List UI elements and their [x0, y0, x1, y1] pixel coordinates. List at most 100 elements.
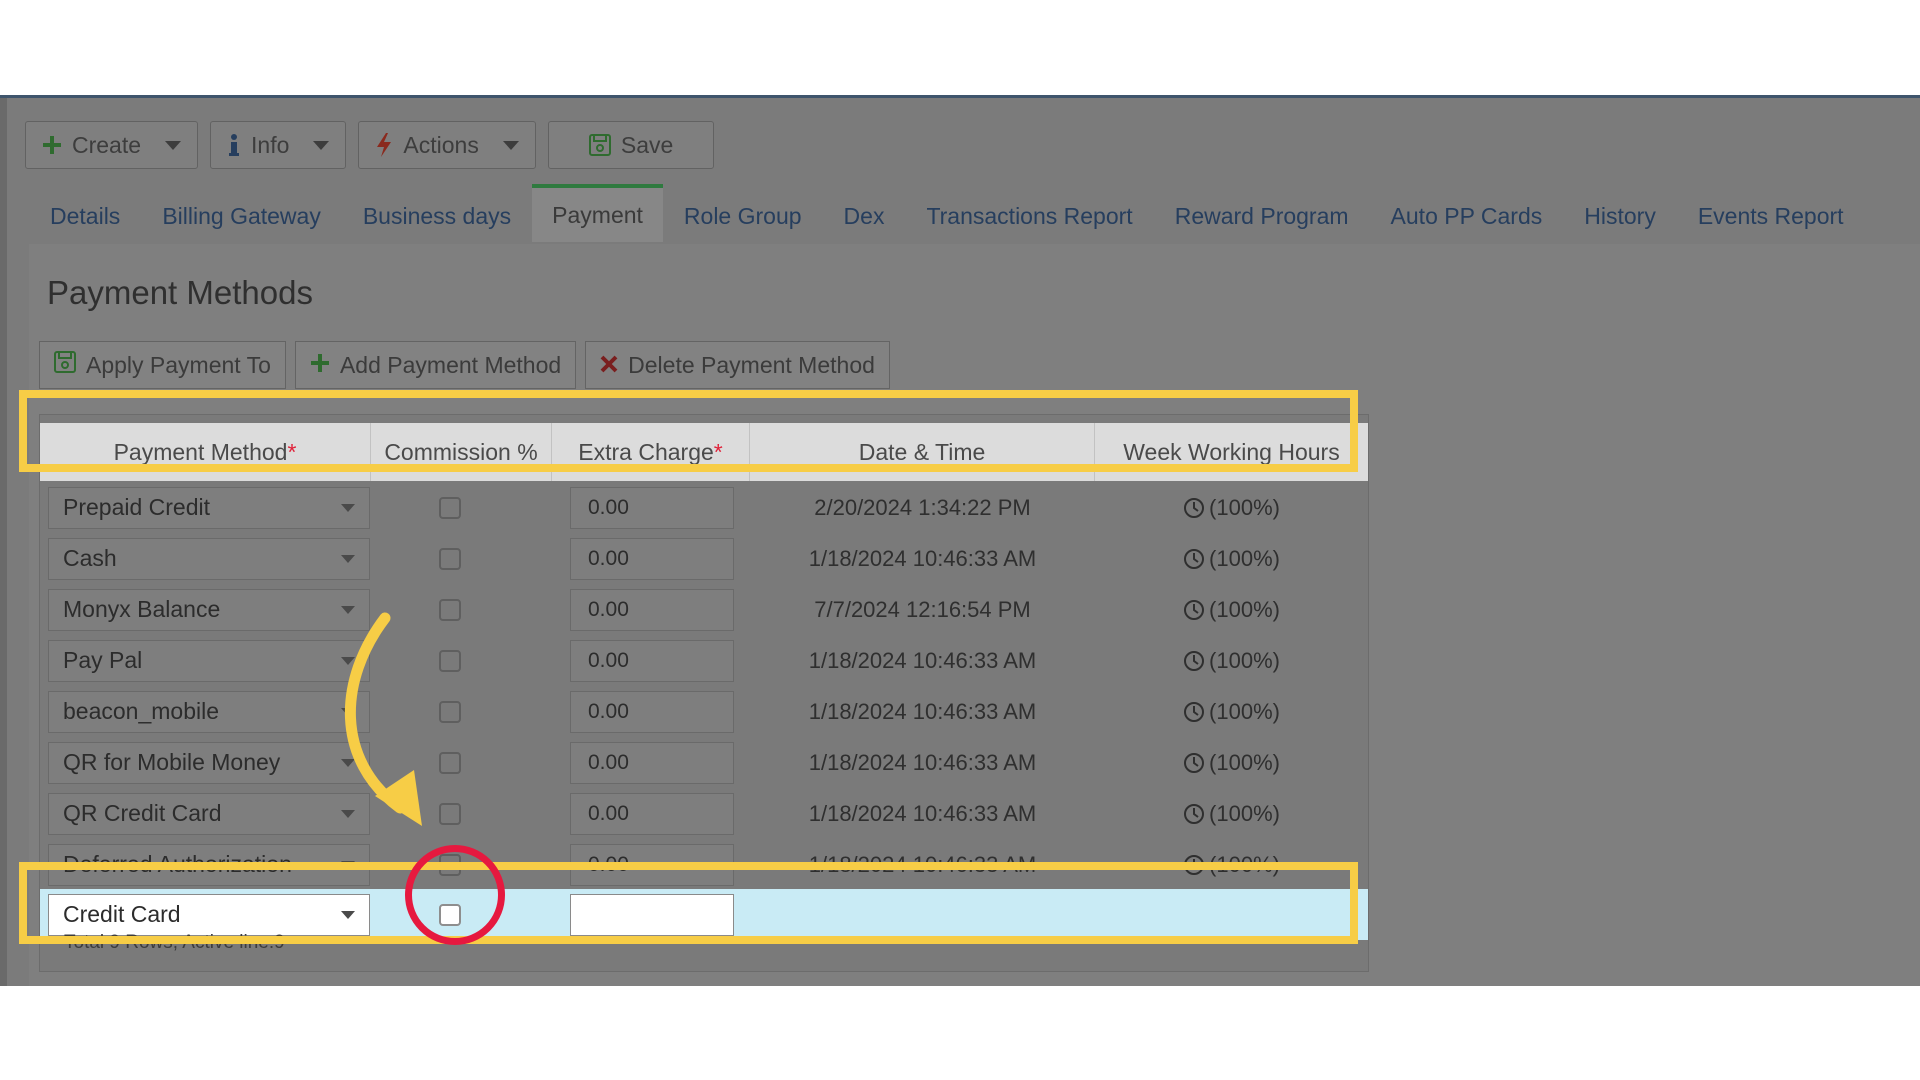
page: Create Info Actions Save Details Billing…	[7, 98, 1920, 986]
chevron-down-icon[interactable]	[502, 140, 519, 150]
working-hours-cell[interactable]: (100%)	[1095, 648, 1368, 674]
tab-bar: Details Billing Gateway Business days Pa…	[29, 184, 1865, 242]
payment-method-value: beacon_mobile	[63, 698, 220, 724]
payment-method-value: Prepaid Credit	[63, 494, 211, 520]
working-hours-cell[interactable]: (100%)	[1095, 750, 1368, 776]
payment-method-value: QR for Mobile Money	[63, 749, 281, 775]
apply-icon	[54, 351, 76, 379]
extra-charge-input[interactable]: 0.00	[570, 486, 734, 529]
actions-button[interactable]: Actions	[358, 121, 536, 169]
table-row[interactable]: QR Credit Card 0.00 1/18/2024 10:46:33 A…	[40, 788, 1368, 839]
payment-method-value: Cash	[63, 545, 117, 571]
date-time-cell: 1/18/2024 10:46:33 AM	[808, 749, 1037, 775]
checkbox-highlight-circle	[405, 845, 505, 945]
working-hours-value: (100%)	[1209, 647, 1280, 673]
clock-icon	[1184, 701, 1205, 722]
working-hours-cell[interactable]: (100%)	[1095, 546, 1368, 572]
tab-dex[interactable]: Dex	[823, 190, 906, 242]
payment-method-select[interactable]: Monyx Balance	[48, 588, 370, 631]
commission-checkbox[interactable]	[439, 700, 461, 723]
tab-history[interactable]: History	[1563, 190, 1677, 242]
chevron-down-icon[interactable]	[341, 503, 355, 512]
payment-method-select[interactable]: beacon_mobile	[48, 690, 370, 733]
save-label: Save	[620, 131, 674, 158]
tab-business-days[interactable]: Business days	[342, 190, 532, 242]
chevron-down-icon[interactable]	[341, 554, 355, 563]
tab-role-group[interactable]: Role Group	[663, 190, 823, 242]
table-row[interactable]: Monyx Balance 0.00 7/7/2024 12:16:54 PM …	[40, 584, 1368, 635]
table-row[interactable]: Cash 0.00 1/18/2024 10:46:33 AM (100%)	[40, 533, 1368, 584]
commission-checkbox[interactable]	[439, 496, 461, 519]
clock-icon	[1184, 599, 1205, 620]
info-button[interactable]: Info	[210, 121, 347, 169]
tab-reward-program[interactable]: Reward Program	[1154, 190, 1370, 242]
table-row[interactable]: QR for Mobile Money 0.00 1/18/2024 10:46…	[40, 737, 1368, 788]
payment-method-select[interactable]: Pay Pal	[48, 639, 370, 682]
page-title: Payment Methods	[47, 274, 313, 311]
active-row-highlight-box	[19, 862, 1358, 944]
payment-method-value: QR Credit Card	[63, 800, 222, 826]
date-time-cell: 1/18/2024 10:46:33 AM	[808, 800, 1037, 826]
payment-method-select[interactable]: Prepaid Credit	[48, 486, 370, 529]
plus-icon	[42, 135, 62, 155]
date-time-cell: 7/7/2024 12:16:54 PM	[814, 596, 1031, 622]
working-hours-cell[interactable]: (100%)	[1095, 495, 1368, 521]
working-hours-value: (100%)	[1209, 800, 1280, 826]
info-icon	[227, 133, 241, 157]
payment-method-select[interactable]: QR for Mobile Money	[48, 741, 370, 784]
table-row[interactable]: beacon_mobile 0.00 1/18/2024 10:46:33 AM…	[40, 686, 1368, 737]
extra-charge-input[interactable]: 0.00	[570, 741, 734, 784]
tab-auto-pp-cards[interactable]: Auto PP Cards	[1370, 190, 1564, 242]
lightning-icon	[375, 133, 393, 157]
save-icon	[588, 134, 611, 156]
clock-icon	[1184, 548, 1205, 569]
commission-checkbox[interactable]	[439, 649, 461, 672]
apply-payment-to-button[interactable]: Apply Payment To	[39, 341, 286, 389]
clock-icon	[1184, 650, 1205, 671]
tab-billing-gateway[interactable]: Billing Gateway	[141, 190, 342, 242]
payment-method-value: Monyx Balance	[63, 596, 221, 622]
tab-events-report[interactable]: Events Report	[1677, 190, 1865, 242]
working-hours-value: (100%)	[1209, 749, 1280, 775]
extra-charge-input[interactable]: 0.00	[570, 690, 734, 733]
actions-label: Actions	[403, 131, 479, 158]
working-hours-value: (100%)	[1209, 698, 1280, 724]
payment-method-select[interactable]: QR Credit Card	[48, 792, 370, 835]
clock-icon	[1184, 803, 1205, 824]
tab-transactions-report[interactable]: Transactions Report	[905, 190, 1153, 242]
working-hours-value: (100%)	[1209, 494, 1280, 520]
commission-checkbox[interactable]	[439, 802, 461, 825]
extra-charge-input[interactable]: 0.00	[570, 537, 734, 580]
create-button[interactable]: Create	[25, 121, 199, 169]
extra-charge-input[interactable]: 0.00	[570, 588, 734, 631]
tab-details[interactable]: Details	[29, 190, 141, 242]
extra-charge-input[interactable]: 0.00	[570, 639, 734, 682]
plus-icon	[310, 352, 330, 379]
working-hours-value: (100%)	[1209, 596, 1280, 622]
working-hours-cell[interactable]: (100%)	[1095, 801, 1368, 827]
action-bar: Apply Payment To Add Payment Method Dele…	[39, 341, 890, 389]
tab-payment[interactable]: Payment	[532, 184, 663, 242]
chevron-down-icon[interactable]	[165, 140, 182, 150]
commission-checkbox[interactable]	[439, 598, 461, 621]
clock-icon	[1184, 497, 1205, 518]
commission-checkbox[interactable]	[439, 547, 461, 570]
info-label: Info	[251, 131, 290, 158]
delete-payment-method-button[interactable]: Delete Payment Method	[585, 341, 890, 389]
table-row[interactable]: Prepaid Credit 0.00 2/20/2024 1:34:22 PM…	[40, 482, 1368, 533]
table-row[interactable]: Pay Pal 0.00 1/18/2024 10:46:33 AM (100%…	[40, 635, 1368, 686]
working-hours-cell[interactable]: (100%)	[1095, 597, 1368, 623]
date-time-cell: 1/18/2024 10:46:33 AM	[808, 698, 1037, 724]
working-hours-cell[interactable]: (100%)	[1095, 699, 1368, 725]
create-label: Create	[72, 131, 142, 158]
extra-charge-input[interactable]: 0.00	[570, 792, 734, 835]
add-payment-method-button[interactable]: Add Payment Method	[294, 341, 577, 389]
chevron-down-icon[interactable]	[313, 140, 330, 150]
commission-checkbox[interactable]	[439, 751, 461, 774]
app-window: Create Info Actions Save Details Billing…	[0, 95, 1920, 986]
payment-method-select[interactable]: Cash	[48, 537, 370, 580]
save-button[interactable]: Save	[547, 121, 715, 169]
left-edge	[0, 98, 7, 986]
date-time-cell: 1/18/2024 10:46:33 AM	[808, 647, 1037, 673]
delete-label: Delete Payment Method	[628, 351, 875, 378]
